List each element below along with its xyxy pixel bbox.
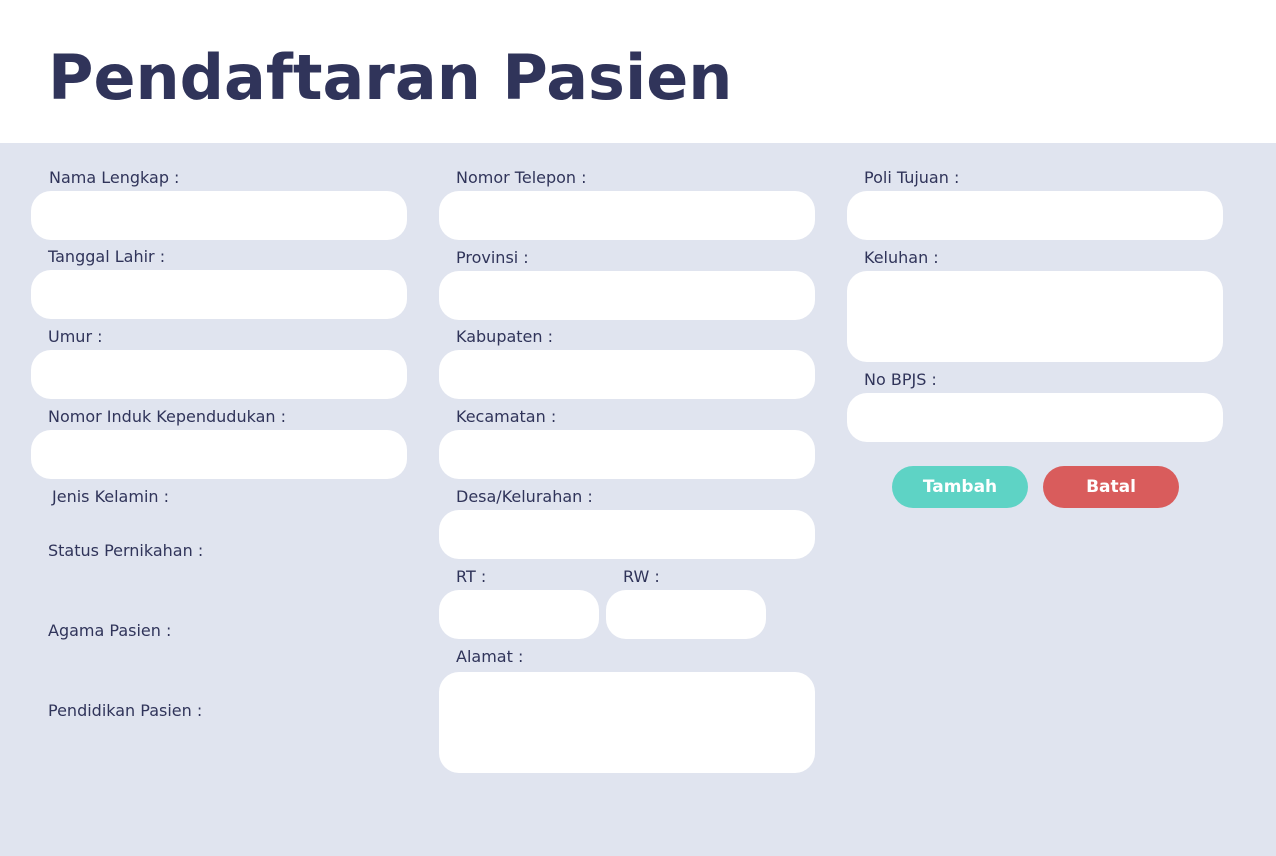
- address-label: Alamat :: [456, 647, 524, 666]
- birth-date-label: Tanggal Lahir :: [48, 247, 166, 266]
- district-input[interactable]: [439, 430, 815, 479]
- province-input[interactable]: [439, 271, 815, 320]
- education-label: Pendidikan Pasien :: [48, 701, 203, 720]
- nik-input[interactable]: [31, 430, 407, 479]
- cancel-button[interactable]: Batal: [1043, 466, 1179, 508]
- page-title: Pendaftaran Pasien: [48, 41, 733, 114]
- village-input[interactable]: [439, 510, 815, 559]
- rw-label: RW :: [623, 567, 660, 586]
- address-textarea[interactable]: [439, 672, 815, 773]
- bpjs-number-label: No BPJS :: [864, 370, 937, 389]
- full-name-input[interactable]: [31, 191, 407, 240]
- destination-clinic-input[interactable]: [847, 191, 1223, 240]
- religion-label: Agama Pasien :: [48, 621, 172, 640]
- destination-clinic-label: Poli Tujuan :: [864, 168, 960, 187]
- complaint-textarea[interactable]: [847, 271, 1223, 362]
- age-input[interactable]: [31, 350, 407, 399]
- phone-label: Nomor Telepon :: [456, 168, 587, 187]
- rt-label: RT :: [456, 567, 487, 586]
- province-label: Provinsi :: [456, 248, 529, 267]
- regency-input[interactable]: [439, 350, 815, 399]
- add-button[interactable]: Tambah: [892, 466, 1028, 508]
- complaint-label: Keluhan :: [864, 248, 939, 267]
- gender-label: Jenis Kelamin :: [52, 487, 170, 506]
- rt-input[interactable]: [439, 590, 599, 639]
- marital-status-label: Status Pernikahan :: [48, 541, 204, 560]
- phone-input[interactable]: [439, 191, 815, 240]
- age-label: Umur :: [48, 327, 103, 346]
- rw-input[interactable]: [606, 590, 766, 639]
- registration-form: Nama Lengkap : Tanggal Lahir : Umur : No…: [0, 143, 1276, 856]
- nik-label: Nomor Induk Kependudukan :: [48, 407, 286, 426]
- full-name-label: Nama Lengkap :: [49, 168, 180, 187]
- birth-date-input[interactable]: [31, 270, 407, 319]
- regency-label: Kabupaten :: [456, 327, 554, 346]
- village-label: Desa/Kelurahan :: [456, 487, 593, 506]
- bpjs-number-input[interactable]: [847, 393, 1223, 442]
- page-header: Pendaftaran Pasien: [0, 0, 1276, 143]
- district-label: Kecamatan :: [456, 407, 557, 426]
